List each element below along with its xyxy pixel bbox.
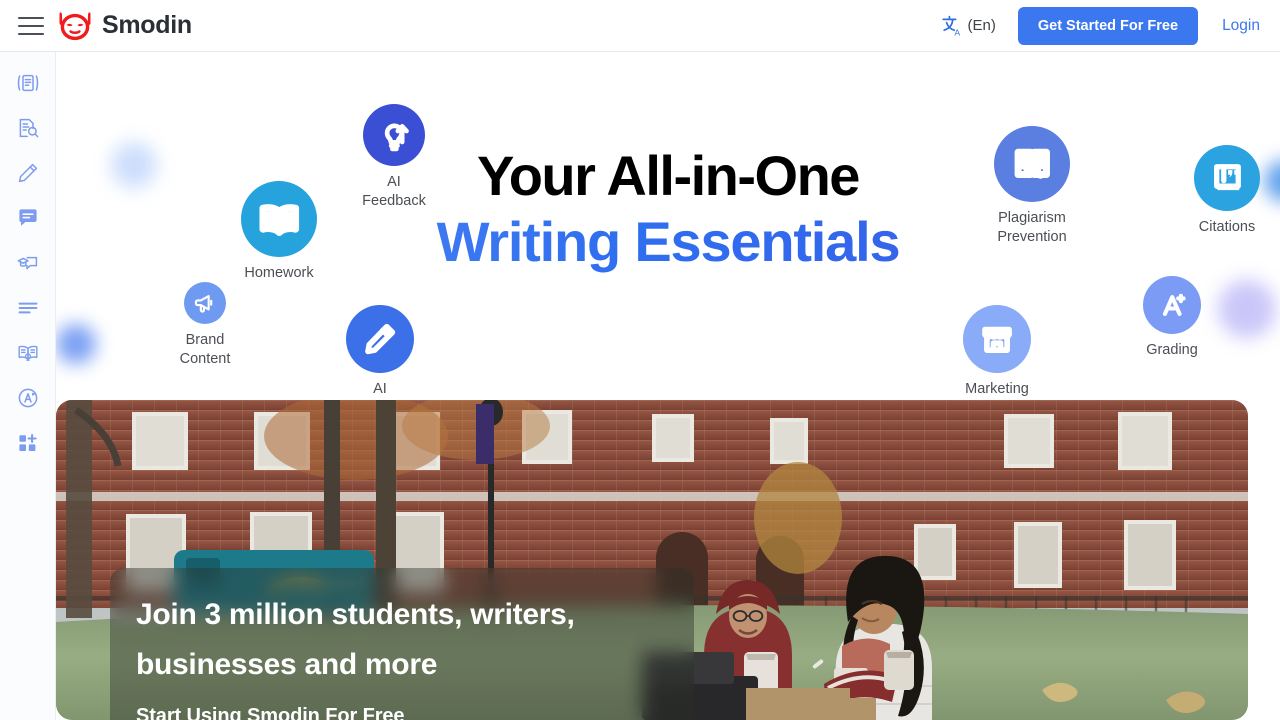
text-lines-icon: [18, 302, 37, 313]
grade-a-circle-icon: [18, 388, 37, 407]
feature-ai-writing[interactable]: AI Writing: [320, 305, 440, 397]
feature-label: Grading: [1146, 342, 1198, 358]
header-actions: A (En) Get Started For Free Login: [941, 6, 1280, 45]
feature-label: Brand Content: [179, 332, 231, 367]
svg-text:A: A: [954, 27, 960, 37]
pencil-icon: [18, 163, 37, 182]
feature-label: Citations: [1198, 219, 1256, 235]
sidebar-item-grading[interactable]: [8, 381, 48, 414]
sidebar-item-chat[interactable]: [8, 201, 48, 234]
feature-ai-feedback[interactable]: AI Feedback: [334, 104, 454, 210]
feature-label: Homework: [244, 265, 314, 281]
banner-overlay-card: Join 3 million students, writers, busine…: [110, 568, 694, 720]
blob-blue-top-left: [111, 142, 157, 188]
hero-section: Your All-in-One Writing Essentials AI Fe…: [56, 52, 1280, 397]
sidebar-item-research[interactable]: [8, 336, 48, 369]
grid-plus-icon: [18, 433, 37, 451]
feature-citations[interactable]: Citations: [1167, 145, 1280, 237]
brand-name: Smodin: [102, 11, 192, 39]
storefront-icon: [963, 305, 1031, 373]
graduation-chat-icon: [17, 256, 37, 269]
chat-bubble-icon: [18, 208, 37, 226]
banner-headline: Join 3 million students, writers, busine…: [136, 598, 575, 681]
brand-logo[interactable]: Smodin: [58, 11, 192, 41]
get-started-button[interactable]: Get Started For Free: [1017, 6, 1199, 45]
sidebar-item-summarizer[interactable]: [8, 291, 48, 324]
blob-blue-left-edge: [56, 324, 96, 364]
document-search-icon: [19, 118, 38, 137]
grade-a-plus-icon: [1143, 276, 1201, 334]
language-switcher[interactable]: A (En): [941, 15, 996, 37]
sidebar-item-homework[interactable]: [8, 246, 48, 279]
open-book-icon: [241, 181, 317, 257]
sidebar-item-rewriter[interactable]: [8, 66, 48, 99]
smodin-mask-logo-icon: [59, 11, 91, 40]
translate-icon: A: [941, 15, 960, 37]
feature-grading[interactable]: Grading: [1112, 276, 1232, 360]
feature-plagiarism-prevention[interactable]: Plagiarism Prevention: [972, 126, 1092, 246]
banner-subheadline: Start Using Smodin For Free: [136, 705, 405, 720]
lightbulb-arrow-icon: [363, 104, 425, 166]
feature-homework[interactable]: Homework: [219, 181, 339, 283]
language-code: (En): [967, 17, 996, 34]
megaphone-icon: [184, 282, 226, 324]
feature-brand-content[interactable]: Brand Content: [145, 282, 265, 368]
book-quote-icon: [1194, 145, 1260, 211]
login-link[interactable]: Login: [1222, 17, 1260, 35]
feature-label: Marketing: [965, 381, 1029, 397]
documents-magnifier-icon: [994, 126, 1070, 202]
hamburger-menu-icon[interactable]: [18, 16, 44, 35]
feature-label: AI Feedback: [362, 174, 426, 209]
document-rewriter-icon: [17, 74, 38, 91]
feature-label: Plagiarism Prevention: [997, 210, 1067, 245]
feature-label: AI Writing: [373, 381, 387, 397]
sidebar-item-plagiarism[interactable]: [8, 111, 48, 144]
left-sidebar: [0, 52, 56, 720]
sidebar-item-writer[interactable]: [8, 156, 48, 189]
feature-marketing[interactable]: Marketing: [937, 305, 1057, 397]
book-lightbulb-icon: [18, 345, 37, 361]
hero-banner[interactable]: Playground Join 3 million students, writ…: [56, 400, 1248, 720]
pencil-write-icon: [346, 305, 414, 373]
top-header: Smodin A (En) Get Started For Free Login: [0, 0, 1280, 52]
sidebar-item-more-tools[interactable]: [8, 426, 48, 459]
